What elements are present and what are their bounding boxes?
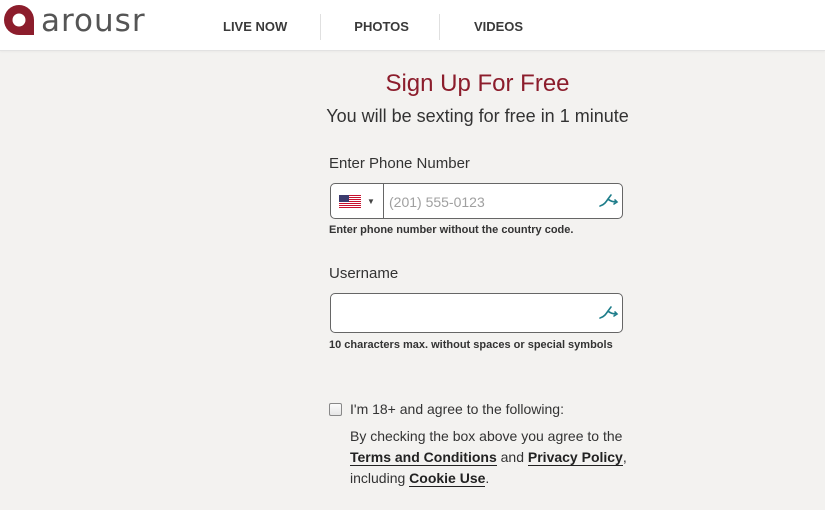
logo-text: arousr — [41, 3, 146, 39]
consent-end-text: . — [485, 470, 490, 486]
signup-title: Sign Up For Free — [385, 70, 570, 97]
autofill-key-icon[interactable] — [597, 304, 619, 322]
chevron-down-icon: ▼ — [367, 196, 375, 206]
username-field — [330, 293, 623, 334]
phone-label: Enter Phone Number — [329, 155, 470, 172]
consent-and-text: and — [496, 449, 528, 465]
main-nav: LIVE NOW PHOTOS VIDEOS — [190, 14, 523, 40]
username-hint: 10 characters max. without spaces or spe… — [329, 339, 613, 351]
age-consent-label: I'm 18+ and agree to the following: — [350, 401, 564, 417]
nav-videos[interactable]: VIDEOS — [474, 14, 523, 40]
nav-live-now[interactable]: LIVE NOW — [223, 14, 287, 40]
us-flag-icon — [339, 194, 362, 208]
phone-field: ▼ — [330, 183, 623, 220]
logo-speech-bubble-icon — [4, 5, 34, 35]
cookie-link[interactable]: Cookie Use — [409, 470, 486, 487]
terms-link[interactable]: Terms and Conditions — [350, 449, 497, 466]
autofill-key-icon[interactable] — [597, 192, 619, 210]
country-selector[interactable]: ▼ — [331, 184, 384, 218]
nav-divider — [438, 14, 440, 40]
phone-hint: Enter phone number without the country c… — [329, 224, 574, 236]
signup-subtitle: You will be sexting for free in 1 minute — [326, 106, 629, 126]
consent-text-before: By checking the box above you agree to t… — [350, 428, 623, 444]
username-label: Username — [329, 265, 399, 282]
age-consent-checkbox[interactable] — [329, 402, 342, 416]
nav-divider — [320, 14, 322, 40]
nav-photos[interactable]: PHOTOS — [354, 14, 409, 40]
age-consent-row: I'm 18+ and agree to the following: — [329, 401, 564, 417]
logo[interactable]: arousr — [2, 3, 146, 39]
phone-input[interactable] — [387, 184, 591, 220]
privacy-link[interactable]: Privacy Policy — [527, 449, 623, 466]
username-input[interactable] — [341, 294, 595, 334]
top-header: arousr LIVE NOW PHOTOS VIDEOS — [0, 0, 825, 51]
consent-text: By checking the box above you agree to t… — [350, 426, 650, 489]
